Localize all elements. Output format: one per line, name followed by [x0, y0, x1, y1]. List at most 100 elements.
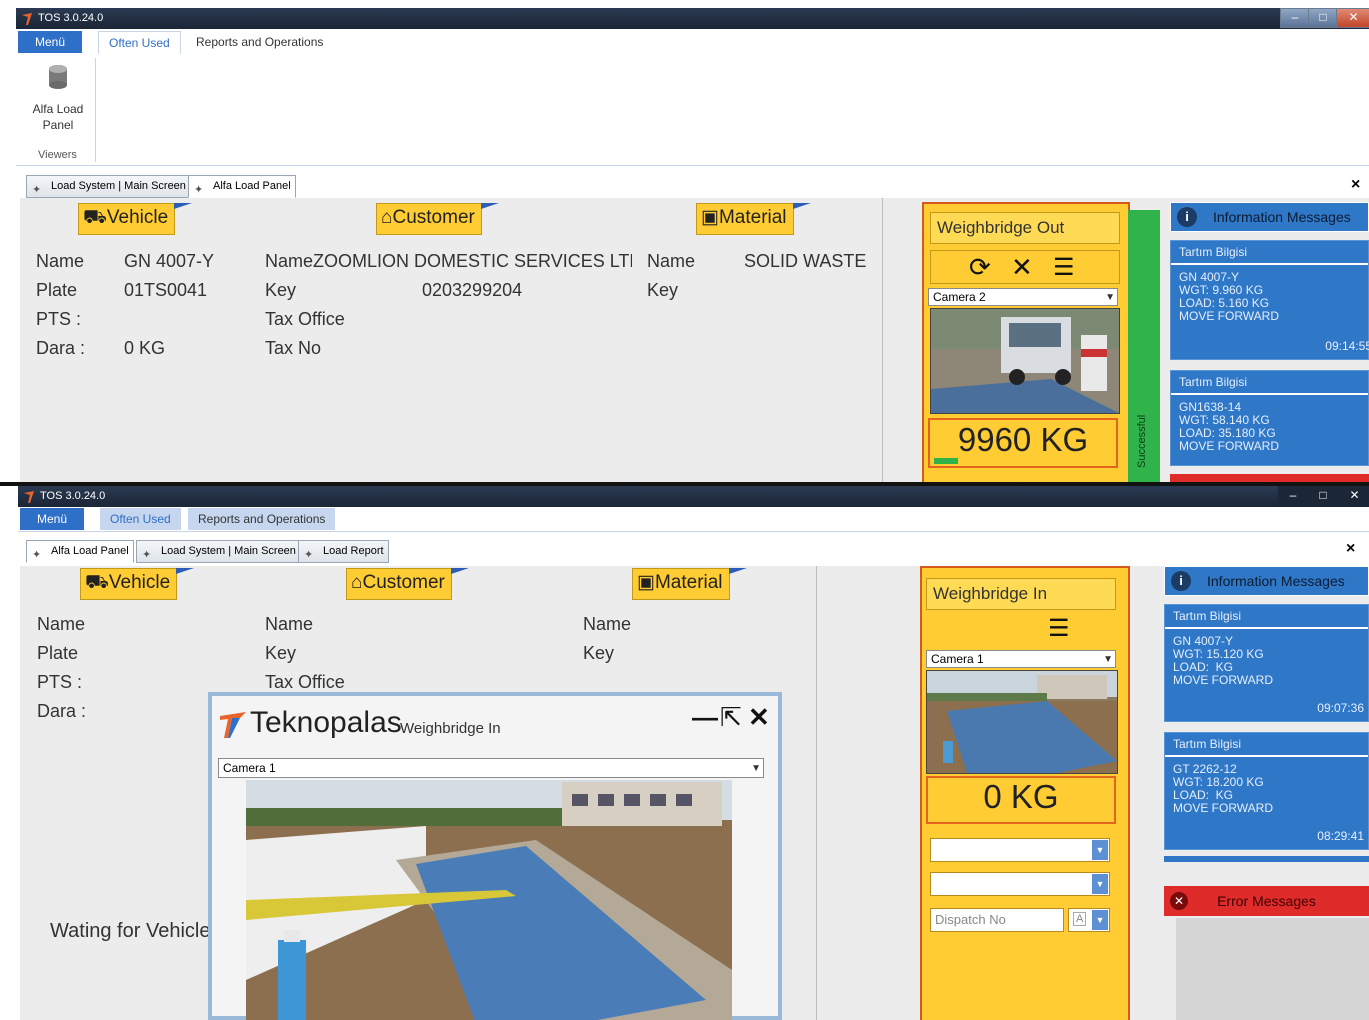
select-field[interactable]: ▼ — [930, 838, 1110, 862]
error-messages-header: ✕ Error Messages — [1164, 886, 1369, 916]
menu-tab[interactable]: Menü — [18, 31, 82, 53]
doc-tab-label: Load System | Main Screen — [51, 180, 186, 192]
maximize-button[interactable]: □ — [1308, 486, 1338, 506]
truck-icon: ⛟ — [83, 207, 107, 228]
info-card-time: 08:29:41 — [1317, 829, 1364, 843]
info-card-header: Tartım Bilgisi — [1165, 605, 1368, 629]
doc-tab-load-system[interactable]: ✦ Load System | Main Screen — [136, 540, 301, 563]
camera-select[interactable]: Camera 2 ▼ — [928, 288, 1118, 306]
close-button[interactable]: ✕ — [1338, 486, 1369, 506]
ribbon-tab-bar: Menü Often Used Reports and Operations — [18, 507, 1369, 532]
doc-tab-load-report[interactable]: ✦ Load Report — [298, 540, 389, 563]
dispatch-no-placeholder: Dispatch No — [935, 912, 1006, 927]
customer-tax-office-label: Tax Office — [265, 309, 345, 329]
vehicle-pts-label: PTS : — [36, 309, 82, 329]
info-line: GN 4007-Y — [1173, 634, 1234, 648]
customer-tax-office-label: Tax Office — [265, 672, 345, 692]
home-icon: ⌂ — [351, 572, 363, 593]
info-line: MOVE FORWARD — [1179, 439, 1280, 453]
info-card: Tartım Bilgisi GN1638-14 WGT: 58.140 KG … — [1170, 370, 1369, 466]
popup-brand: Teknopalas — [250, 706, 402, 739]
doc-tab-load-system[interactable]: ✦ Load System | Main Screen — [26, 175, 191, 198]
menu-tab[interactable]: Menü — [20, 508, 84, 530]
briefcase-icon: ▣ — [701, 207, 719, 228]
info-card-time: 09:07:36 — [1317, 701, 1364, 715]
dispatch-no-input[interactable]: Dispatch No — [930, 908, 1064, 932]
info-card-body: GN 4007-Y WGT: 15.120 KG LOAD: KG MOVE F… — [1173, 635, 1273, 687]
error-messages-title: Error Messages — [1217, 893, 1316, 909]
doc-tab-alfa-load-panel[interactable]: ✦ Alfa Load Panel — [188, 175, 296, 198]
info-scroll-divider — [1164, 856, 1369, 862]
popup-popout-icon[interactable]: ⇱ — [720, 702, 742, 733]
briefcase-icon: ▣ — [637, 572, 655, 593]
refresh-icon[interactable]: ⟳ — [969, 252, 991, 283]
menu-icon[interactable]: ☰ — [1053, 253, 1075, 282]
vehicle-dara-value: 0 KG — [124, 338, 166, 358]
chevron-down-icon: ▼ — [1092, 910, 1108, 930]
document-tab-bar: ✦ Alfa Load Panel ✦ Load System | Main S… — [24, 540, 1369, 563]
error-icon: ✕ — [1170, 892, 1188, 910]
popup-close-icon[interactable]: ✕ — [748, 702, 770, 733]
customer-name-label: Name — [265, 614, 314, 634]
customer-tag: ⌂Customer — [376, 203, 499, 235]
minimize-button[interactable]: – — [1280, 8, 1310, 28]
camera-select-value: Camera 2 — [933, 290, 986, 304]
group-separator — [95, 58, 96, 162]
material-name-label: Name — [647, 251, 696, 271]
weighbridge-in-panel: Weighbridge In ☰ Camera 1 ▼ 0 KG ▼ ▼ Dis… — [920, 566, 1130, 1020]
app-logo-icon — [24, 490, 34, 503]
viewers-group-label: Viewers — [38, 149, 77, 161]
vehicle-title: Vehicle — [108, 572, 171, 593]
weighbridge-toolbar: ⟳ ✕ ☰ — [930, 250, 1120, 284]
vehicle-plate-value: 01TS0041 — [124, 280, 208, 300]
tab-often-used[interactable]: Often Used — [100, 508, 181, 530]
cancel-icon[interactable]: ✕ — [1011, 252, 1033, 283]
alfa-load-panel-button[interactable]: Alfa Load Panel — [24, 60, 92, 140]
close-doc-icon[interactable]: × — [1351, 176, 1360, 194]
maximize-button[interactable]: □ — [1308, 8, 1338, 28]
tab-reports-operations[interactable]: Reports and Operations — [188, 508, 336, 530]
weight-stability-bar — [934, 458, 958, 464]
chevron-down-icon: ▼ — [751, 763, 761, 774]
ribbon-body: Alfa Load Panel Viewers — [16, 54, 1369, 166]
status-strip: Successful — [1128, 210, 1160, 482]
info-line: WGT: 15.120 KG — [1173, 647, 1264, 661]
vehicle-panel: ⛟Vehicle Name GN 4007-Y Plate 01TS0041 P… — [20, 198, 251, 482]
popup-camera-value: Camera 1 — [223, 761, 276, 775]
customer-tag: ⌂Customer — [346, 568, 469, 600]
people-icon: ✦ — [142, 549, 152, 561]
window-title: TOS 3.0.24.0 — [40, 490, 106, 502]
weight-display: 0 KG — [926, 776, 1116, 824]
select-field[interactable]: ▼ — [930, 872, 1110, 896]
tab-reports-operations[interactable]: Reports and Operations — [186, 31, 333, 53]
minimize-button[interactable]: – — [1278, 486, 1308, 506]
material-title: Material — [718, 207, 787, 228]
material-key-label: Key — [647, 280, 679, 300]
tab-often-used[interactable]: Often Used — [98, 31, 181, 55]
material-name-value: SOLID WASTE — [744, 251, 867, 271]
material-name-label: Name — [583, 614, 632, 634]
dispatch-type-select[interactable]: A ▼ — [1068, 908, 1110, 932]
vehicle-name-label: Name — [37, 614, 86, 634]
info-card-header: Tartım Bilgisi — [1165, 733, 1368, 757]
camera-popup: Teknopalas Weighbridge In — ⇱ ✕ Camera 1… — [208, 692, 782, 1020]
weighbridge-out-title: Weighbridge Out — [930, 212, 1120, 244]
info-icon: i — [1177, 207, 1197, 227]
weight-value: 0 KG — [983, 778, 1059, 815]
info-card: Tartım Bilgisi GN 4007-Y WGT: 15.120 KG … — [1164, 604, 1369, 722]
popup-camera-select[interactable]: Camera 1 ▼ — [218, 758, 764, 778]
info-line: MOVE FORWARD — [1173, 673, 1274, 687]
vehicle-plate-label: Plate — [36, 280, 78, 300]
close-doc-icon[interactable]: × — [1346, 540, 1355, 558]
camera-select[interactable]: Camera 1 ▼ — [926, 650, 1116, 668]
info-line: MOVE FORWARD — [1179, 309, 1280, 323]
info-card-body: GN1638-14 WGT: 58.140 KG LOAD: 35.180 KG… — [1179, 401, 1279, 453]
customer-key-label: Key — [265, 280, 297, 300]
close-button[interactable]: ✕ — [1336, 8, 1369, 28]
error-strip — [1170, 474, 1369, 482]
doc-tab-alfa-load-panel[interactable]: ✦ Alfa Load Panel — [26, 540, 134, 563]
people-icon: ✦ — [32, 549, 42, 561]
menu-icon[interactable]: ☰ — [1048, 614, 1070, 643]
popup-minimize-icon[interactable]: — — [692, 702, 718, 733]
material-tag: ▣Material — [632, 568, 746, 600]
